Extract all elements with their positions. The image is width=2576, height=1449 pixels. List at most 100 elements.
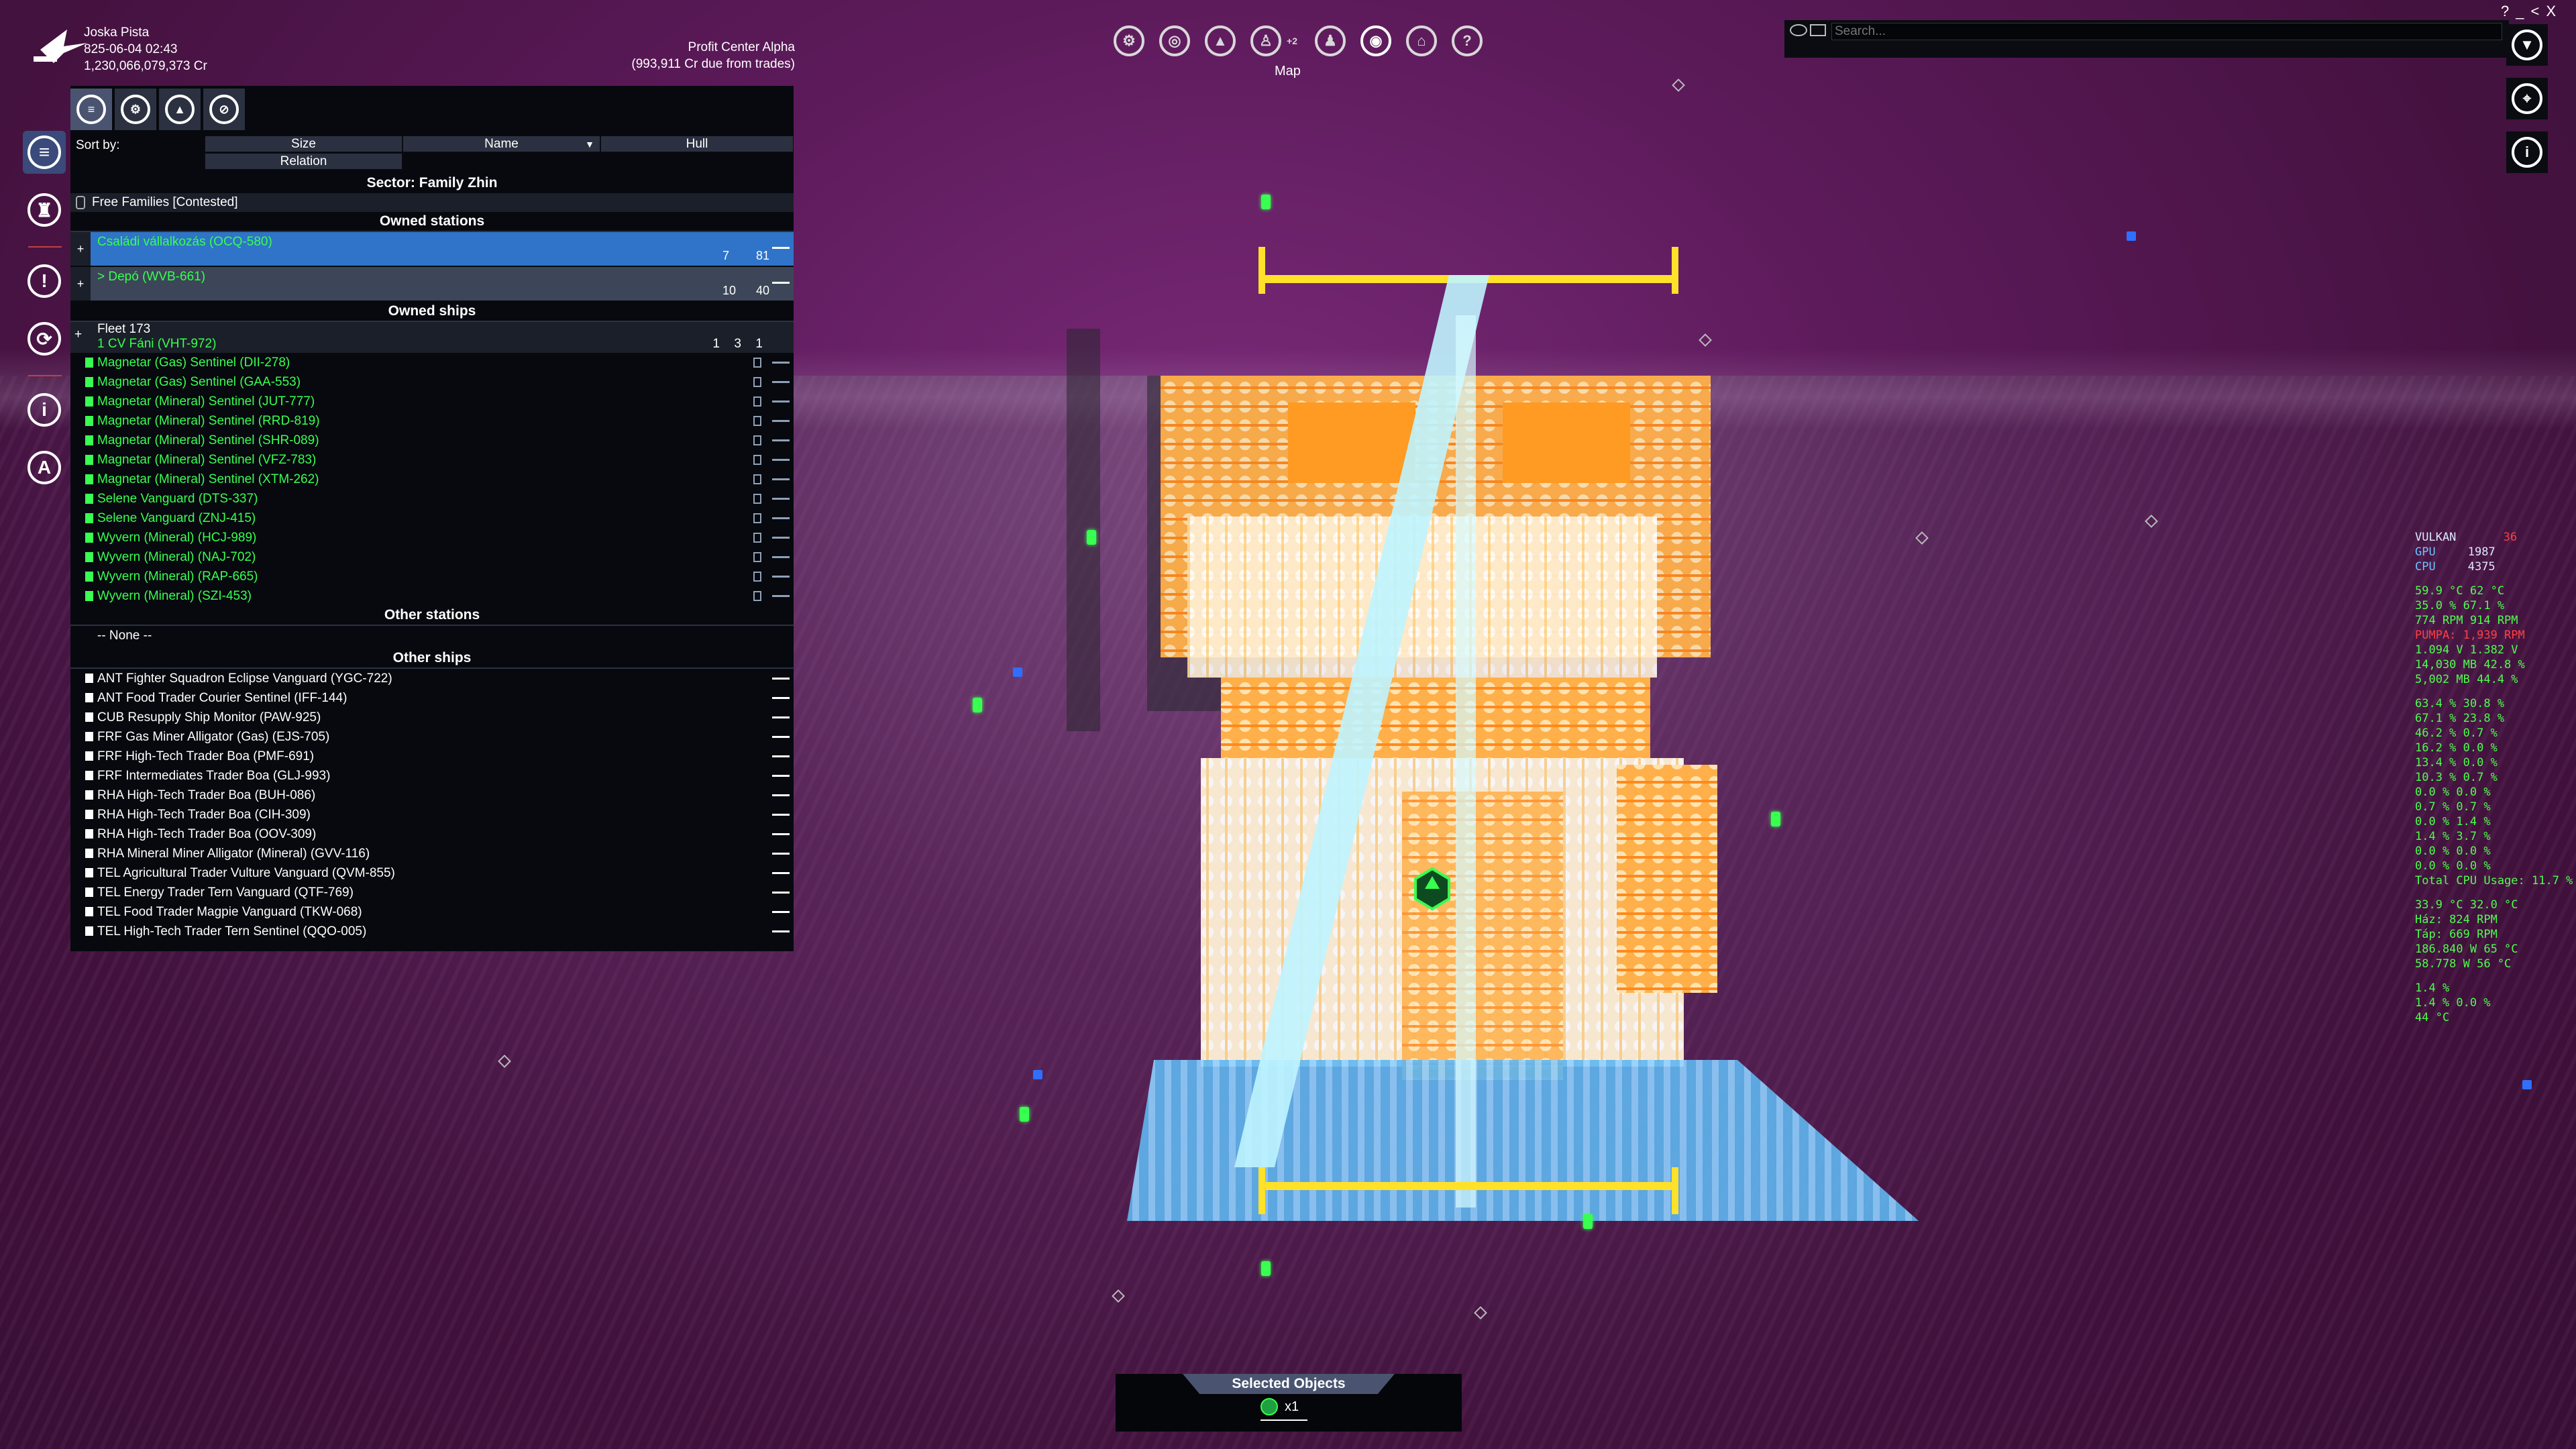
ship-class-icon bbox=[85, 693, 93, 702]
owned-ship-row[interactable]: Wyvern (Mineral) (NAJ-702) bbox=[70, 547, 794, 567]
search-input[interactable] bbox=[1831, 23, 2502, 40]
owned-ship-row[interactable]: Wyvern (Mineral) (HCJ-989) bbox=[70, 528, 794, 547]
ship-name: Magnetar (Gas) Sentinel (DII-278) bbox=[97, 356, 290, 370]
other-ship-row[interactable]: RHA Mineral Miner Alligator (Mineral) (G… bbox=[70, 844, 794, 863]
other-ship-row[interactable]: RHA High-Tech Trader Boa (BUH-086) bbox=[70, 786, 794, 805]
person-icon[interactable]: ♙ bbox=[1250, 25, 1281, 56]
ship-marker[interactable] bbox=[1771, 812, 1780, 826]
stat-line: 13.4 % 0.0 % bbox=[2415, 756, 2498, 769]
hull-bar bbox=[772, 814, 790, 816]
ship-status-icon bbox=[753, 533, 761, 543]
ship-marker[interactable] bbox=[2127, 231, 2136, 241]
owned-ship-row[interactable]: Magnetar (Mineral) Sentinel (XTM-262) bbox=[70, 470, 794, 489]
other-ship-row[interactable]: TEL High-Tech Trader Tern Sentinel (QQO-… bbox=[70, 922, 794, 941]
ship-marker[interactable] bbox=[1020, 1107, 1029, 1122]
map-icon[interactable]: ◉ bbox=[1360, 25, 1391, 56]
owned-ship-row[interactable]: Wyvern (Mineral) (SZI-453) bbox=[70, 586, 794, 606]
other-ship-row[interactable]: FRF High-Tech Trader Boa (PMF-691) bbox=[70, 747, 794, 766]
station-row[interactable]: + > Depó (WVB-661) 10 40 bbox=[70, 267, 794, 301]
ship-class-icon bbox=[85, 591, 93, 601]
sort-name-label: Name bbox=[484, 136, 519, 151]
station-row[interactable]: + Családi vállalkozás (OCQ-580) 7 81 bbox=[70, 232, 794, 266]
back-control[interactable]: < bbox=[2531, 3, 2540, 20]
expand-button[interactable]: + bbox=[70, 232, 91, 266]
fleet-tab[interactable]: ⚙ bbox=[115, 89, 156, 130]
eye-icon[interactable] bbox=[1790, 24, 1807, 36]
station-render[interactable] bbox=[1067, 228, 1939, 1275]
fleet-row[interactable]: + Fleet 173 1 CV Fáni (VHT-972) 1 3 1 bbox=[70, 322, 794, 353]
plus2-icon[interactable]: +2 bbox=[1284, 25, 1300, 56]
stat-line: 14,030 MB 42.8 % bbox=[2415, 658, 2525, 672]
alert-icon[interactable]: ! bbox=[23, 260, 66, 303]
compass-icon[interactable]: ⟳ bbox=[23, 317, 66, 360]
ship-icon[interactable]: ▲ bbox=[1205, 25, 1236, 56]
ship-name: Magnetar (Mineral) Sentinel (JUT-777) bbox=[97, 394, 315, 409]
blocked-tab[interactable]: ⊘ bbox=[203, 89, 245, 130]
owned-ship-row[interactable]: Selene Vanguard (DTS-337) bbox=[70, 489, 794, 508]
selected-object-item[interactable]: x1 bbox=[1260, 1398, 1299, 1415]
owned-ship-row[interactable]: Magnetar (Mineral) Sentinel (RRD-819) bbox=[70, 411, 794, 431]
ships-tab[interactable]: ▲ bbox=[159, 89, 201, 130]
owned-ship-row[interactable]: Wyvern (Mineral) (RAP-665) bbox=[70, 567, 794, 586]
stat-line: 1.094 V 1.382 V bbox=[2415, 643, 2518, 657]
expand-button[interactable]: + bbox=[74, 327, 82, 342]
fleet-count-3: 1 bbox=[755, 337, 763, 351]
other-ship-row[interactable]: ANT Fighter Squadron Eclipse Vanguard (Y… bbox=[70, 669, 794, 688]
ship-marker[interactable] bbox=[973, 698, 982, 712]
stat-line: Táp: 669 RPM bbox=[2415, 928, 2498, 941]
owned-ship-row[interactable]: Magnetar (Gas) Sentinel (GAA-553) bbox=[70, 372, 794, 392]
other-ship-row[interactable]: CUB Resupply Ship Monitor (PAW-925) bbox=[70, 708, 794, 727]
sort-desc-icon: ▼ bbox=[585, 138, 594, 150]
sort-relation-button[interactable]: Relation bbox=[205, 153, 402, 170]
help-icon[interactable]: ? bbox=[1452, 25, 1483, 56]
owned-ship-row[interactable]: Magnetar (Mineral) Sentinel (SHR-089) bbox=[70, 431, 794, 450]
hull-bar bbox=[772, 576, 790, 578]
selected-objects-panel: Selected Objects x1 bbox=[1116, 1374, 1462, 1432]
list-tab[interactable]: ≡ bbox=[70, 89, 112, 130]
faction-row[interactable]: Free Families [Contested] bbox=[70, 193, 794, 212]
sort-size-button[interactable]: Size bbox=[205, 136, 402, 152]
list-icon[interactable]: ≡ bbox=[23, 131, 66, 174]
filter-icon[interactable]: ▼ bbox=[2506, 24, 2548, 66]
gpu-stats: 59.9 °C 62 °C 35.0 % 67.1 % 774 RPM 914 RP… bbox=[2415, 584, 2573, 628]
other-ship-row[interactable]: TEL Energy Trader Tern Vanguard (QTF-769… bbox=[70, 883, 794, 902]
people-icon[interactable]: ♜ bbox=[23, 189, 66, 231]
anchor-icon[interactable]: A bbox=[23, 446, 66, 489]
ship-class-icon bbox=[85, 771, 93, 780]
target-icon[interactable]: ◎ bbox=[1159, 25, 1190, 56]
station-icon bbox=[1260, 1398, 1278, 1415]
info-icon[interactable]: i bbox=[23, 388, 66, 431]
ship-marker[interactable] bbox=[1033, 1070, 1042, 1079]
hangar-icon[interactable]: ⌂ bbox=[1406, 25, 1437, 56]
other-ship-row[interactable]: RHA High-Tech Trader Boa (CIH-309) bbox=[70, 805, 794, 824]
other-ship-row[interactable]: FRF Gas Miner Alligator (Gas) (EJS-705) bbox=[70, 727, 794, 747]
info-icon[interactable]: i bbox=[2506, 131, 2548, 173]
close-control[interactable]: X bbox=[2546, 3, 2556, 20]
crew-icon[interactable]: ♟ bbox=[1315, 25, 1346, 56]
sort-name-button[interactable]: Name ▼ bbox=[402, 136, 600, 152]
gear-icon[interactable]: ⚙ bbox=[1114, 25, 1144, 56]
help-control[interactable]: ? bbox=[2501, 3, 2509, 20]
other-ship-row[interactable]: TEL Agricultural Trader Vulture Vanguard… bbox=[70, 863, 794, 883]
sort-hull-button[interactable]: Hull bbox=[600, 136, 794, 152]
ship-marker[interactable] bbox=[1583, 1214, 1593, 1229]
waypoint-marker[interactable] bbox=[1672, 78, 1685, 92]
other-ship-row[interactable]: FRF Intermediates Trader Boa (GLJ-993) bbox=[70, 766, 794, 786]
ship-marker[interactable] bbox=[1013, 667, 1022, 677]
other-ship-row[interactable]: RHA High-Tech Trader Boa (OOV-309) bbox=[70, 824, 794, 844]
ship-marker[interactable] bbox=[2522, 1080, 2532, 1089]
minimize-control[interactable]: _ bbox=[2516, 3, 2524, 20]
owned-ship-row[interactable]: Magnetar (Mineral) Sentinel (VFZ-783) bbox=[70, 450, 794, 470]
ship-marker[interactable] bbox=[1261, 195, 1271, 209]
other-ship-row[interactable]: TEL Food Trader Magpie Vanguard (TKW-068… bbox=[70, 902, 794, 922]
other-ship-row[interactable]: ANT Food Trader Courier Sentinel (IFF-14… bbox=[70, 688, 794, 708]
owned-ship-row[interactable]: Magnetar (Mineral) Sentinel (JUT-777) bbox=[70, 392, 794, 411]
expand-button[interactable]: + bbox=[70, 267, 91, 301]
owned-ship-row[interactable]: Selene Vanguard (ZNJ-415) bbox=[70, 508, 794, 528]
location-icon[interactable]: ⌖ bbox=[2506, 78, 2548, 119]
owned-ship-row[interactable]: Magnetar (Gas) Sentinel (DII-278) bbox=[70, 353, 794, 372]
ship-marker[interactable] bbox=[1261, 1261, 1271, 1276]
fleet-count-1: 1 bbox=[712, 337, 720, 351]
filter-toggle-icon[interactable] bbox=[1810, 24, 1826, 36]
ship-marker[interactable] bbox=[1087, 530, 1096, 545]
